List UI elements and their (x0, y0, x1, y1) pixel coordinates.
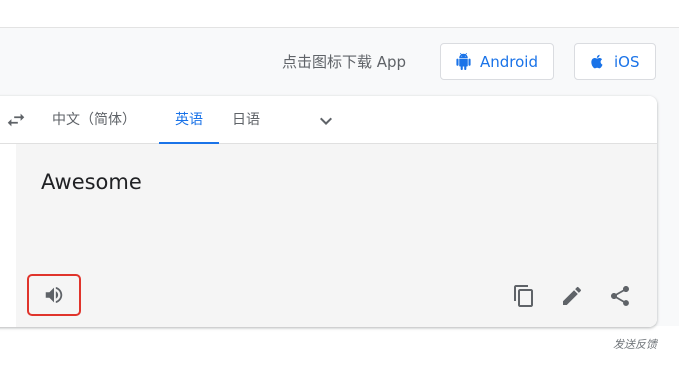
copy-icon (514, 285, 533, 307)
swap-languages-button[interactable] (5, 109, 27, 131)
swap-icon (7, 113, 25, 127)
volume-icon (45, 286, 63, 304)
tab-japanese[interactable]: 日语 (226, 96, 266, 144)
more-languages-button[interactable] (314, 109, 338, 133)
ios-download-button[interactable]: iOS (574, 43, 656, 80)
tab-english[interactable]: 英语 (159, 96, 219, 144)
android-label: Android (480, 52, 538, 71)
ios-label: iOS (614, 52, 640, 71)
chevron-down-icon (320, 117, 332, 125)
top-divider (0, 0, 679, 28)
edit-icon (563, 286, 582, 305)
download-app-text: 点击图标下载 App (282, 53, 407, 71)
translated-text: Awesome (41, 170, 142, 194)
android-icon (456, 53, 471, 70)
translation-output: Awesome (16, 144, 657, 327)
tab-chinese-simplified[interactable]: 中文（简体） (50, 96, 138, 144)
share-button[interactable] (606, 282, 634, 310)
language-bar: 中文（简体） 英语 日语 (0, 96, 657, 144)
translation-card: 中文（简体） 英语 日语 Awesome (0, 96, 657, 327)
edit-button[interactable] (558, 282, 586, 310)
apple-icon (591, 54, 603, 69)
copy-button[interactable] (510, 282, 538, 310)
listen-button[interactable] (27, 274, 81, 316)
android-download-button[interactable]: Android (440, 43, 554, 80)
send-feedback-link[interactable]: 发送反馈 (613, 336, 657, 352)
share-icon (611, 286, 629, 306)
